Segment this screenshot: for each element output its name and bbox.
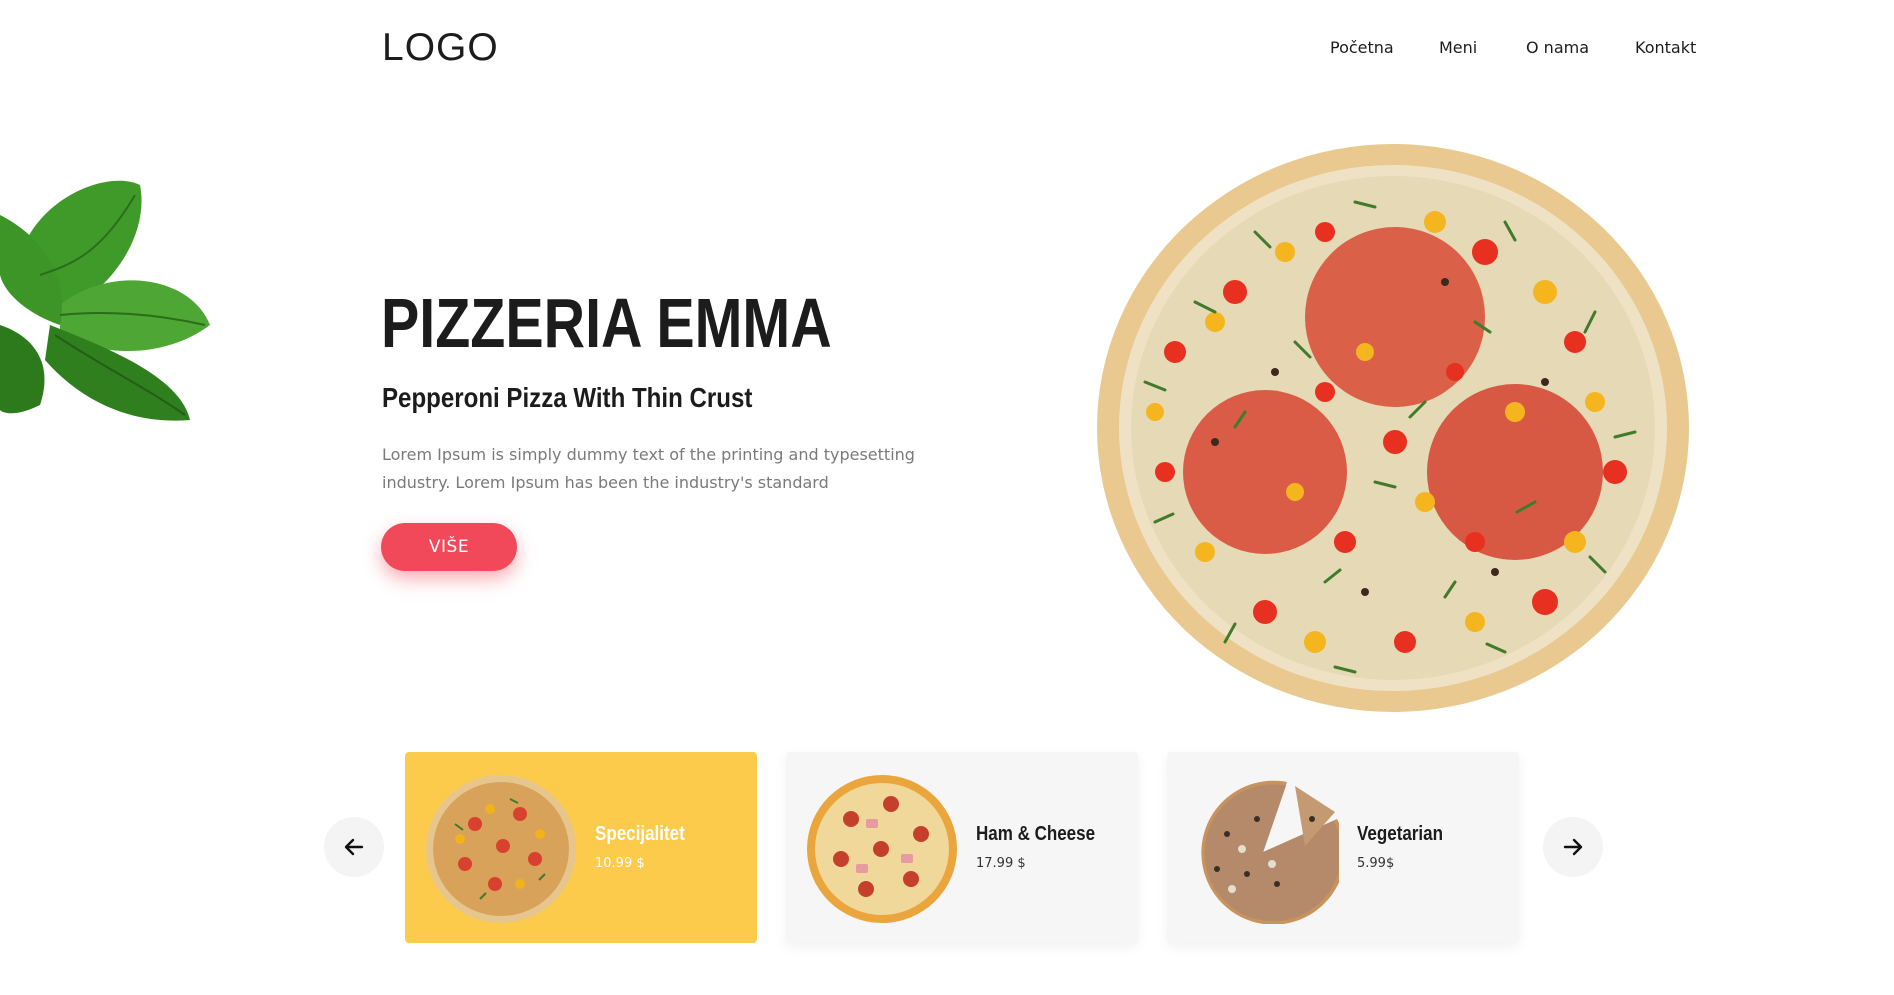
basil-leaves-image: [0, 180, 210, 421]
nav-item-meni[interactable]: Meni: [1439, 38, 1477, 57]
pizza-thumbnail-image: [1201, 780, 1339, 924]
product-card-ham-cheese[interactable]: Ham & Cheese 17.99 $: [786, 752, 1138, 943]
page: LOGO Početna Meni O nama Kontakt PIZZERI…: [0, 0, 1894, 995]
slider-prev-button[interactable]: [324, 817, 384, 877]
product-name: Specijalitet: [595, 823, 685, 845]
more-button[interactable]: VIŠE: [381, 523, 517, 571]
product-name: Vegetarian: [1357, 823, 1443, 845]
product-price: 17.99 $: [976, 856, 1026, 871]
slider-next-button[interactable]: [1543, 817, 1603, 877]
hero-title: PIZZERIA EMMA: [381, 284, 832, 362]
product-price: 10.99 $: [595, 856, 645, 871]
product-card-vegetarian[interactable]: Vegetarian 5.99$: [1167, 752, 1519, 943]
product-name: Ham & Cheese: [976, 823, 1096, 845]
hero-pizza-image: [1097, 144, 1689, 712]
pizza-thumbnail-image: [426, 775, 576, 923]
product-price: 5.99$: [1357, 856, 1395, 871]
arrow-left-icon: [344, 838, 364, 856]
logo[interactable]: LOGO: [382, 26, 499, 70]
pizza-thumbnail-image: [807, 775, 957, 923]
nav-item-o-nama[interactable]: O nama: [1526, 38, 1589, 57]
product-card-specijalitet[interactable]: Specijalitet 10.99 $: [405, 752, 757, 943]
hero-subtitle: Pepperoni Pizza With Thin Crust: [382, 382, 753, 413]
main-nav: Početna Meni O nama Kontakt: [1330, 38, 1696, 62]
arrow-right-icon: [1563, 838, 1583, 856]
nav-item-kontakt[interactable]: Kontakt: [1635, 38, 1696, 57]
nav-item-pocetna[interactable]: Početna: [1330, 38, 1394, 57]
hero-description: Lorem Ipsum is simply dummy text of the …: [382, 445, 915, 492]
